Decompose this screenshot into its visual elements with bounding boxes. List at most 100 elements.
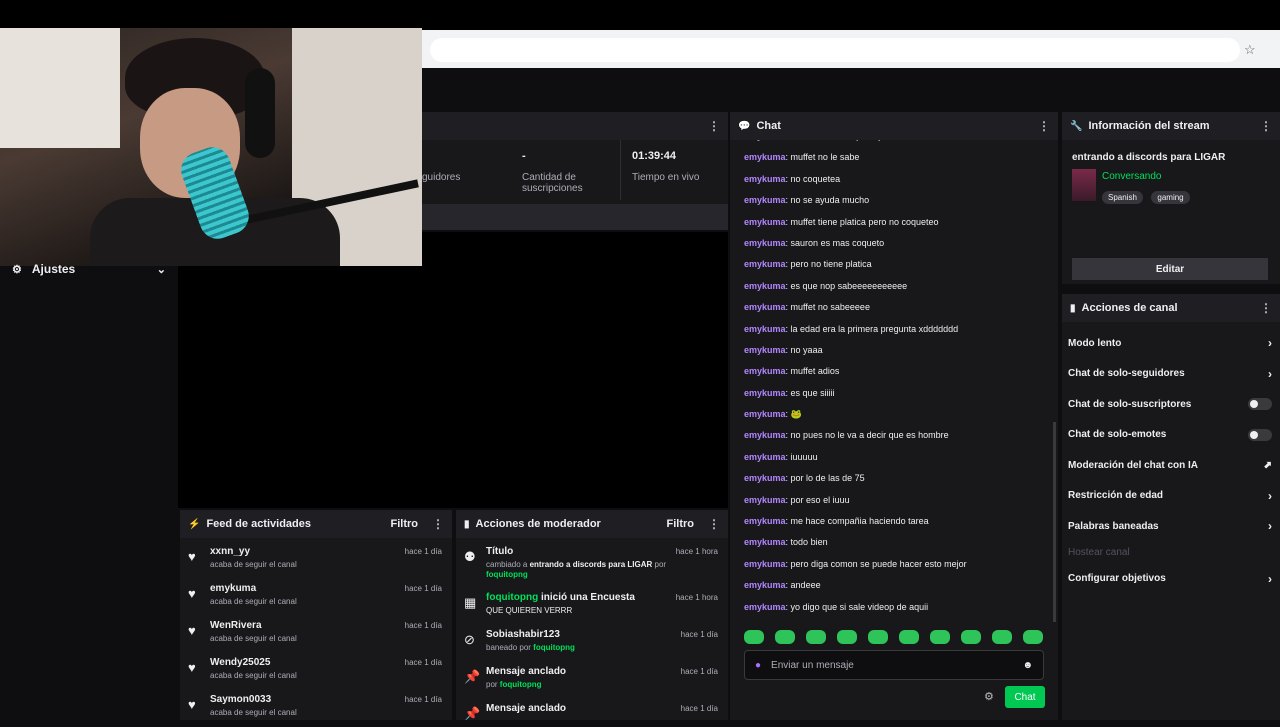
bookmark-star-icon[interactable]: ☆: [1244, 42, 1256, 58]
age-restriction-row[interactable]: Restricción de edad ›: [1062, 481, 1280, 512]
channel-actions-header: ▮ Acciones de canal ⋮: [1062, 294, 1280, 322]
chat-username[interactable]: emykuma: [744, 430, 786, 440]
webcam-wall: [0, 28, 120, 148]
stats-panel: ⋮ guidores - Cantidad de suscripciones 01…: [422, 112, 728, 230]
channel-actions-menu-icon[interactable]: ⋮: [1260, 301, 1272, 315]
stream-info-menu-icon[interactable]: ⋮: [1260, 119, 1272, 133]
subs-only-row[interactable]: Chat de solo-suscriptores: [1062, 389, 1280, 420]
chat-input[interactable]: ● Enviar un mensaje ☻: [744, 650, 1044, 680]
chat-username[interactable]: emykuma: [744, 195, 786, 205]
chat-input-placeholder: Enviar un mensaje: [771, 659, 854, 671]
chat-username[interactable]: emykuma: [744, 452, 786, 462]
chat-username[interactable]: emykuma: [744, 281, 786, 291]
mod-item-time: hace 1 día: [680, 630, 718, 639]
feed-item-sub: acaba de seguir el canal: [210, 634, 297, 643]
chevron-right-icon: ›: [1268, 366, 1272, 381]
chat-message-text: por lo de las de 75: [790, 473, 865, 484]
feed-item[interactable]: ♥ Saymon0033 acaba de seguir el canal ha…: [180, 690, 452, 727]
activity-feed-panel: ⚡ Feed de actividades Filtro ⋮ ♥ xxnn_yy…: [180, 510, 452, 720]
heart-icon: ♥: [188, 586, 196, 601]
emotes-only-toggle[interactable]: [1248, 428, 1272, 441]
emote-icon[interactable]: [837, 630, 857, 644]
emote-icon[interactable]: [899, 630, 919, 644]
stats-menu-icon[interactable]: ⋮: [708, 119, 720, 133]
emote-icon[interactable]: [775, 630, 795, 644]
chat-menu-icon[interactable]: ⋮: [1038, 119, 1050, 133]
feed-item-sub: acaba de seguir el canal: [210, 597, 297, 606]
chat-settings-gear-icon[interactable]: ⚙: [984, 690, 994, 703]
chat-username[interactable]: emykuma: [744, 602, 786, 612]
chat-send-button[interactable]: Chat: [1005, 686, 1045, 708]
chat-username[interactable]: emykuma: [744, 495, 786, 505]
slow-mode-row[interactable]: Modo lento ›: [1062, 328, 1280, 359]
chat-username[interactable]: emykuma: [744, 152, 786, 162]
followers-only-row[interactable]: Chat de solo-seguidores ›: [1062, 359, 1280, 390]
mod-item[interactable]: 📌 Mensaje anclado por foquitopng hace 1 …: [456, 662, 728, 699]
channel-actions-title: Acciones de canal: [1081, 302, 1178, 314]
tag-gaming[interactable]: gaming: [1151, 191, 1190, 204]
chat-username[interactable]: emykuma: [744, 345, 786, 355]
emote-icon[interactable]: [1023, 630, 1043, 644]
chat-message: emykuma: andeee: [744, 580, 821, 591]
chat-message: emykuma: yo digo que si sale videop de a…: [744, 601, 929, 612]
tag-spanish[interactable]: Spanish: [1102, 191, 1143, 204]
activity-filter-button[interactable]: Filtro: [391, 518, 419, 530]
feed-item[interactable]: ♥ Wendy25025 acaba de seguir el canal ha…: [180, 653, 452, 690]
emote-icon[interactable]: [930, 630, 950, 644]
feed-item[interactable]: ♥ WenRivera acaba de seguir el canal hac…: [180, 616, 452, 653]
chat-username[interactable]: emykuma: [744, 302, 786, 312]
subs-only-toggle[interactable]: [1248, 398, 1272, 411]
feed-item[interactable]: ♥ emykuma acaba de seguir el canal hace …: [180, 579, 452, 616]
feed-item-name: xxnn_yy: [210, 546, 251, 557]
chat-username[interactable]: emykuma: [744, 516, 786, 526]
chat-message: emykuma: sauron es mas coqueto: [744, 237, 885, 248]
emote-icon[interactable]: [806, 630, 826, 644]
chat-username[interactable]: emykuma: [744, 238, 786, 248]
chat-scroll[interactable]: emykuma: se una chica coqueta pero leve e…: [730, 140, 1058, 622]
mic-icon[interactable]: ●: [755, 660, 761, 671]
chat-username[interactable]: emykuma: [744, 217, 786, 227]
feed-item[interactable]: ♥ xxnn_yy acaba de seguir el canal hace …: [180, 542, 452, 579]
emote-icon[interactable]: [992, 630, 1012, 644]
stream-category[interactable]: Conversando: [1102, 171, 1161, 182]
chat-message-text: yo digo que si sale videop de aquii: [790, 601, 929, 612]
chat-username[interactable]: emykuma: [744, 140, 786, 141]
emotes-only-row[interactable]: Chat de solo-emotes: [1062, 420, 1280, 451]
mod-item[interactable]: 📌 Mensaje anclado hace 1 día: [456, 699, 728, 720]
goals-row[interactable]: Configurar objetivos ›: [1062, 564, 1280, 595]
settings-row[interactable]: ⚙ Ajustes ⌄: [0, 258, 178, 280]
mod-item-title: Mensaje anclado: [486, 703, 567, 714]
subs-value: -: [522, 150, 526, 162]
chat-scrollbar[interactable]: [1053, 422, 1056, 622]
emote-icon[interactable]: [961, 630, 981, 644]
stream-info-header: 🔧 Información del stream ⋮: [1062, 112, 1280, 140]
emoji-picker-icon[interactable]: ☻: [1022, 660, 1033, 671]
emote-icon[interactable]: [744, 630, 764, 644]
banned-words-row[interactable]: Palabras baneadas ›: [1062, 511, 1280, 542]
edit-button[interactable]: Editar: [1072, 258, 1268, 280]
chat-username[interactable]: emykuma: [744, 473, 786, 483]
chat-username[interactable]: emykuma: [744, 366, 786, 376]
ai-moderation-row[interactable]: Moderación del chat con IA ⬈: [1062, 450, 1280, 481]
chat-username[interactable]: emykuma: [744, 174, 786, 184]
address-bar[interactable]: [430, 38, 1240, 62]
emote-icon[interactable]: [868, 630, 888, 644]
mod-menu-icon[interactable]: ⋮: [708, 517, 720, 531]
chat-username[interactable]: emykuma: [744, 388, 786, 398]
chat-title: Chat: [756, 120, 781, 132]
mod-item-time: hace 1 día: [680, 704, 718, 713]
chat-username[interactable]: emykuma: [744, 559, 786, 569]
chat-username[interactable]: emykuma: [744, 409, 786, 419]
chat-username[interactable]: emykuma: [744, 537, 786, 547]
mod-item[interactable]: ⊘ Sobiashabir123 baneado por foquitopng …: [456, 625, 728, 662]
chevron-right-icon: ›: [1268, 488, 1272, 503]
chat-username[interactable]: emykuma: [744, 324, 786, 334]
chat-message: emykuma: todo bien: [744, 537, 828, 548]
chat-username[interactable]: emykuma: [744, 580, 786, 590]
mod-item[interactable]: ⚉ Título cambiado a entrando a discords …: [456, 542, 728, 588]
activity-menu-icon[interactable]: ⋮: [432, 517, 444, 531]
mod-filter-button[interactable]: Filtro: [667, 518, 695, 530]
chat-message: emykuma: iuuuuu: [744, 451, 818, 462]
chat-username[interactable]: emykuma: [744, 259, 786, 269]
mod-item[interactable]: ▦ foquitopng inició una Encuesta QUE QUI…: [456, 588, 728, 625]
